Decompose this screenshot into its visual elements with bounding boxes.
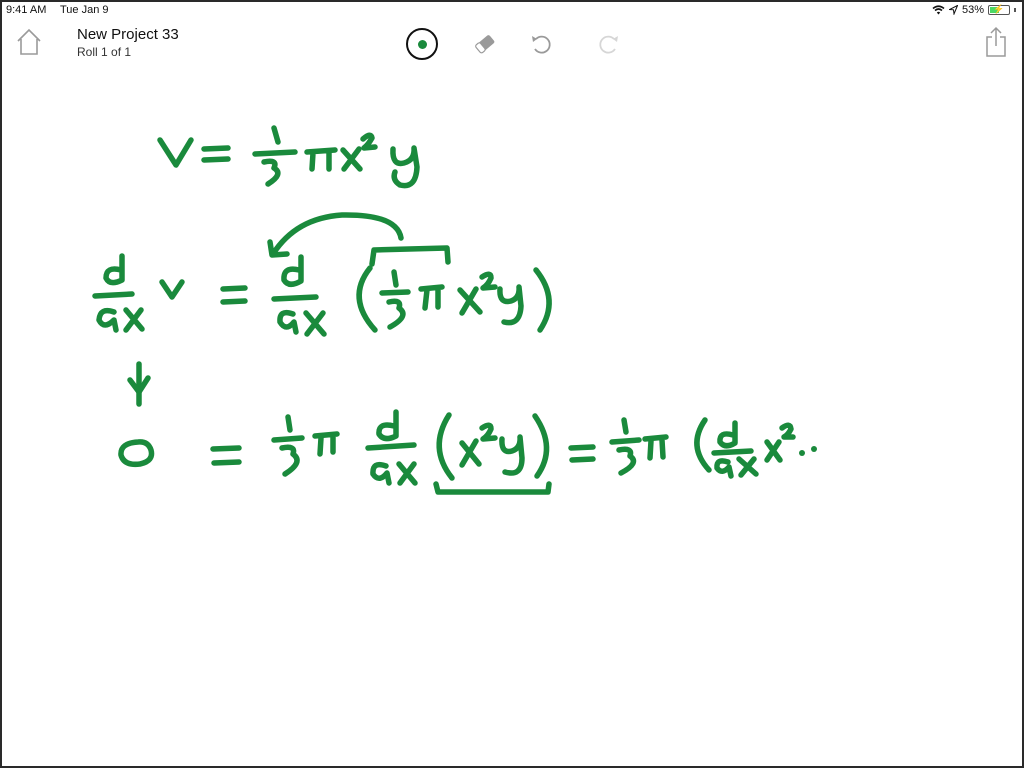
redo-button[interactable] [590,26,626,62]
stroke-f3-3 [279,444,300,477]
stroke-f3-bar [271,435,305,443]
stroke-frac-bar [252,149,298,157]
stroke-inner-bar [379,289,411,296]
equation-line-3 [118,409,817,495]
stroke-equals3 [210,445,242,466]
stroke-f4-d [717,420,738,449]
status-bar: 9:41 AM Tue Jan 9 53% ⚡ [2,2,1022,20]
eraser-icon [475,35,495,54]
stroke-f4-3 [616,446,637,476]
eraser-button[interactable] [467,26,503,62]
status-date: Tue Jan 9 [60,4,109,16]
stroke-f4-paren [694,417,712,473]
stroke-f3-underbracket [433,481,552,495]
stroke-pi [304,147,338,172]
stroke-zero [118,439,155,468]
stroke-frac-3 [261,158,281,187]
share-button[interactable] [984,26,1008,58]
project-title-block: New Project 33 Roll 1 of 1 [77,26,179,59]
pen-color-ring [406,28,438,60]
stroke-frac-1 [271,125,281,145]
stroke-d1 [103,253,125,286]
stroke-f4-pi [642,434,669,461]
stroke-f3-sup2 [479,422,498,442]
equation-line-1 [157,125,420,189]
stroke-inner-1 [391,269,399,288]
stroke-bracket [369,245,451,267]
stroke-d2 [281,254,304,287]
stroke-f4-bar [609,437,642,445]
stroke-x [340,146,363,172]
stroke-sup-2 [360,132,378,151]
down-arrow [127,361,151,407]
stroke-y [390,145,420,189]
stroke-f3-paren-close [532,413,550,479]
app-screen: 9:41 AM Tue Jan 9 53% ⚡ New Project 33 R… [2,2,1022,766]
stroke-f4-sup2 [779,422,796,440]
wifi-icon [932,5,945,15]
equation-line-2 [92,212,552,337]
stroke-dot-2 [811,446,817,452]
share-icon [986,26,1006,57]
stroke-fracbar2 [271,294,319,302]
stroke-paren-open [356,265,378,333]
charging-bolt-icon: ⚡ [993,4,1005,14]
stroke-fracbar1 [92,291,135,299]
toolbar: New Project 33 Roll 1 of 1 [2,20,1022,70]
location-icon [948,5,958,15]
stroke-inner-pi [418,284,445,311]
stroke-f3-1 [285,414,293,433]
status-indicators: 53% ⚡ [932,4,1016,16]
stroke-f4-1 [621,417,629,435]
undo-icon [532,35,551,54]
stroke-V [157,137,194,168]
status-time: 9:41 AM [6,4,47,16]
redo-icon [599,35,618,54]
stroke-inner-sup2 [479,271,498,291]
pen-color-button[interactable] [404,26,440,62]
stroke-inner-y [497,284,524,326]
home-button[interactable] [16,28,42,56]
roll-indicator: Roll 1 of 1 [77,45,132,59]
stroke-f3-x [459,438,482,468]
stroke-equals [201,145,231,163]
stroke-inner-x [457,286,483,316]
stroke-equals2 [220,285,248,305]
battery-tip [1014,8,1016,12]
home-icon [17,28,41,55]
stroke-f3-dbar [365,442,417,451]
stroke-f4-dx [714,456,759,479]
stroke-f3-y [499,434,525,476]
stroke-dx2 [277,309,327,337]
stroke-V2 [159,279,185,300]
stroke-f3-dx [370,461,418,486]
stroke-f4-x [764,439,783,463]
stroke-equals4 [568,444,596,463]
stroke-f3-pi [312,431,340,457]
stroke-f4-dbar [711,448,754,456]
battery-percent: 53% [961,4,984,16]
stroke-dx1 [96,307,145,333]
stroke-inner-3 [386,298,406,330]
stroke-f3-d [376,409,399,442]
undo-button[interactable] [524,26,560,62]
stroke-paren-close [533,267,552,333]
stroke-dot-1 [799,450,805,456]
project-title: New Project 33 [77,26,179,43]
battery-icon: ⚡ [988,4,1010,15]
drawing-canvas[interactable] [2,70,1022,766]
handwriting-layer [92,125,817,495]
stroke-f3-paren-open [436,412,455,481]
pen-color-icon [417,39,427,49]
